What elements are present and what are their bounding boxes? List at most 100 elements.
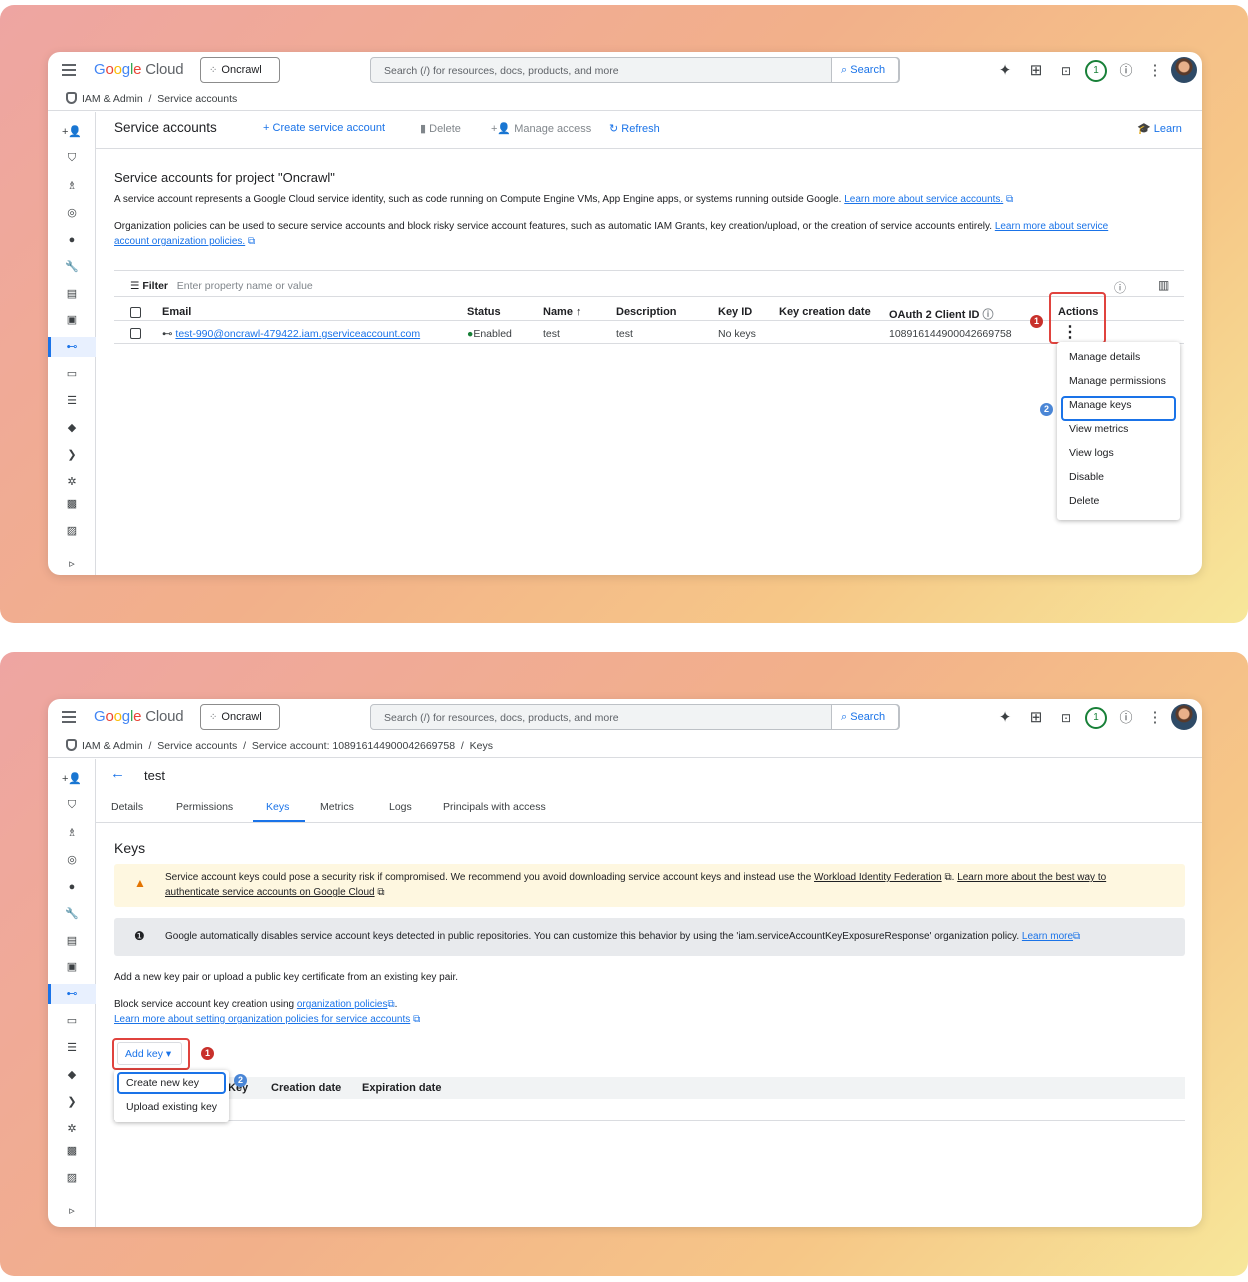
row-checkbox[interactable] [130, 328, 141, 339]
search-bar[interactable]: Search (/) for resources, docs, products… [370, 57, 900, 83]
rail-add-person-icon[interactable]: +👤 [48, 122, 96, 142]
col-name[interactable]: Name ↑ [543, 306, 582, 318]
col-status[interactable]: Status [467, 306, 501, 318]
tab-keys[interactable]: Keys [266, 801, 289, 813]
learn-more-service-accounts-link[interactable]: Learn more about service accounts. [844, 194, 1003, 205]
menu-icon[interactable] [62, 711, 76, 723]
rail-camera-icon[interactable]: ▩ [48, 1141, 96, 1161]
rail-wrench-icon[interactable]: 🔧 [48, 257, 96, 277]
workload-identity-link[interactable]: Workload Identity Federation [814, 872, 942, 883]
more-vert-icon[interactable]: ⋮ [1144, 60, 1166, 82]
select-all-checkbox[interactable] [130, 307, 141, 318]
menu-manage-permissions[interactable]: Manage permissions [1069, 375, 1166, 387]
rail-camera-icon[interactable]: ▩ [48, 494, 96, 514]
learn-org-policies-link[interactable]: Learn more about setting organization po… [114, 1014, 410, 1025]
rail-forward-icon[interactable]: ❯ [48, 445, 96, 465]
breadcrumb-iam[interactable]: IAM & Admin [82, 740, 143, 752]
rail-wrench-icon[interactable]: 🔧 [48, 904, 96, 924]
rail-person-search-icon[interactable]: ♗ [48, 176, 96, 196]
gift-icon[interactable]: ⊞ [1025, 60, 1047, 82]
rail-list-icon[interactable]: ☰ [48, 391, 96, 411]
col-key-id[interactable]: Key ID [718, 306, 752, 318]
breadcrumb-service-account[interactable]: Service account: 108916144900042669758 [252, 740, 455, 752]
menu-upload-existing-key[interactable]: Upload existing key [126, 1101, 217, 1113]
rail-labels-icon[interactable]: ▭ [48, 1011, 96, 1031]
rail-report-icon[interactable]: ▤ [48, 284, 96, 304]
info-learn-more-link[interactable]: Learn more [1022, 931, 1073, 942]
terminal-icon[interactable]: ⊡ [1055, 60, 1077, 82]
notifications-badge[interactable]: 1 [1085, 60, 1107, 82]
rail-account-icon[interactable]: ● [48, 877, 96, 897]
manage-access-button[interactable]: +👤 Manage access [491, 122, 591, 135]
tab-metrics[interactable]: Metrics [320, 801, 354, 813]
menu-view-logs[interactable]: View logs [1069, 447, 1114, 459]
help-icon[interactable]: ⓘ [1115, 707, 1137, 729]
menu-icon[interactable] [62, 64, 76, 76]
more-vert-icon[interactable]: ⋮ [1144, 707, 1166, 729]
search-input[interactable]: Search (/) for resources, docs, products… [384, 712, 619, 724]
col-email[interactable]: Email [162, 306, 191, 318]
best-way-link[interactable]: Learn more about the best way to [957, 872, 1106, 883]
rail-shield-icon[interactable]: ⛉ [48, 148, 96, 168]
rail-doc-icon[interactable]: ▣ [48, 957, 96, 977]
rail-service-accounts-icon[interactable]: ⊷ [48, 984, 96, 1004]
refresh-button[interactable]: ↻ Refresh [609, 122, 660, 135]
help-icon[interactable]: ⓘ [1115, 60, 1137, 82]
help-icon[interactable]: ⓘ [1114, 279, 1126, 296]
filter-bar[interactable]: ☰ Filter Enter property name or value [130, 280, 313, 292]
breadcrumb-iam[interactable]: IAM & Admin [82, 93, 143, 105]
rail-add-person-icon[interactable]: +👤 [48, 769, 96, 789]
rail-account-icon[interactable]: ● [48, 230, 96, 250]
rail-notes-icon[interactable]: ▨ [48, 521, 96, 541]
rail-expand-icon[interactable]: ▹ [48, 554, 96, 574]
search-button[interactable]: ⌕ Search [831, 704, 899, 730]
column-display-icon[interactable]: ▥ [1158, 278, 1169, 292]
breadcrumb-service-accounts[interactable]: Service accounts [157, 93, 237, 105]
menu-delete[interactable]: Delete [1069, 495, 1099, 507]
email-link[interactable]: test-990@oncrawl-479422.iam.gserviceacco… [175, 328, 420, 340]
rail-service-accounts-icon[interactable]: ⊷ [48, 337, 96, 357]
delete-button[interactable]: ▮ Delete [420, 122, 461, 135]
row-email[interactable]: ⊷ test-990@oncrawl-479422.iam.gserviceac… [162, 328, 420, 340]
search-input[interactable]: Search (/) for resources, docs, products… [384, 65, 619, 77]
rail-doc-icon[interactable]: ▣ [48, 310, 96, 330]
rail-report-icon[interactable]: ▤ [48, 931, 96, 951]
project-picker[interactable]: ⁘ Oncrawl [200, 704, 280, 730]
avatar[interactable] [1171, 704, 1197, 730]
rail-forward-icon[interactable]: ❯ [48, 1092, 96, 1112]
col-key-creation-date[interactable]: Key creation date [779, 306, 871, 318]
rail-settings-icon[interactable]: ✲ [48, 1119, 96, 1139]
back-arrow-icon[interactable]: ← [110, 765, 125, 782]
learn-button[interactable]: 🎓 Learn [1137, 122, 1182, 135]
rail-person-search-icon[interactable]: ♗ [48, 823, 96, 843]
rail-settings-icon[interactable]: ✲ [48, 472, 96, 492]
rail-policy-icon[interactable]: ◎ [48, 203, 96, 223]
avatar[interactable] [1171, 57, 1197, 83]
search-bar[interactable]: Search (/) for resources, docs, products… [370, 704, 900, 730]
google-cloud-logo[interactable]: Google Cloud [94, 61, 184, 78]
menu-disable[interactable]: Disable [1069, 471, 1104, 483]
rail-labels-icon[interactable]: ▭ [48, 364, 96, 384]
search-button[interactable]: ⌕ Search [831, 57, 899, 83]
rail-tag-icon[interactable]: ◆ [48, 1065, 96, 1085]
menu-view-metrics[interactable]: View metrics [1069, 423, 1128, 435]
gemini-icon[interactable]: ✦ [994, 60, 1016, 82]
learn-more-org-policies-link[interactable]: Learn more about service [995, 221, 1108, 232]
terminal-icon[interactable]: ⊡ [1055, 707, 1077, 729]
menu-manage-details[interactable]: Manage details [1069, 351, 1140, 363]
col-description[interactable]: Description [616, 306, 677, 318]
tab-logs[interactable]: Logs [389, 801, 412, 813]
rail-expand-icon[interactable]: ▹ [48, 1201, 96, 1221]
org-policies-link[interactable]: organization policies [297, 999, 388, 1010]
tab-details[interactable]: Details [111, 801, 143, 813]
authenticate-link[interactable]: authenticate service accounts on Google … [165, 887, 375, 898]
rail-shield-icon[interactable]: ⛉ [48, 795, 96, 815]
tab-principals[interactable]: Principals with access [443, 801, 546, 813]
notifications-badge[interactable]: 1 [1085, 707, 1107, 729]
filter-input[interactable]: Enter property name or value [177, 280, 313, 292]
col-expiration-date[interactable]: Expiration date [362, 1082, 441, 1094]
google-cloud-logo[interactable]: Google Cloud [94, 708, 184, 725]
rail-list-icon[interactable]: ☰ [48, 1038, 96, 1058]
breadcrumb-service-accounts[interactable]: Service accounts [157, 740, 237, 752]
project-picker[interactable]: ⁘ Oncrawl [200, 57, 280, 83]
